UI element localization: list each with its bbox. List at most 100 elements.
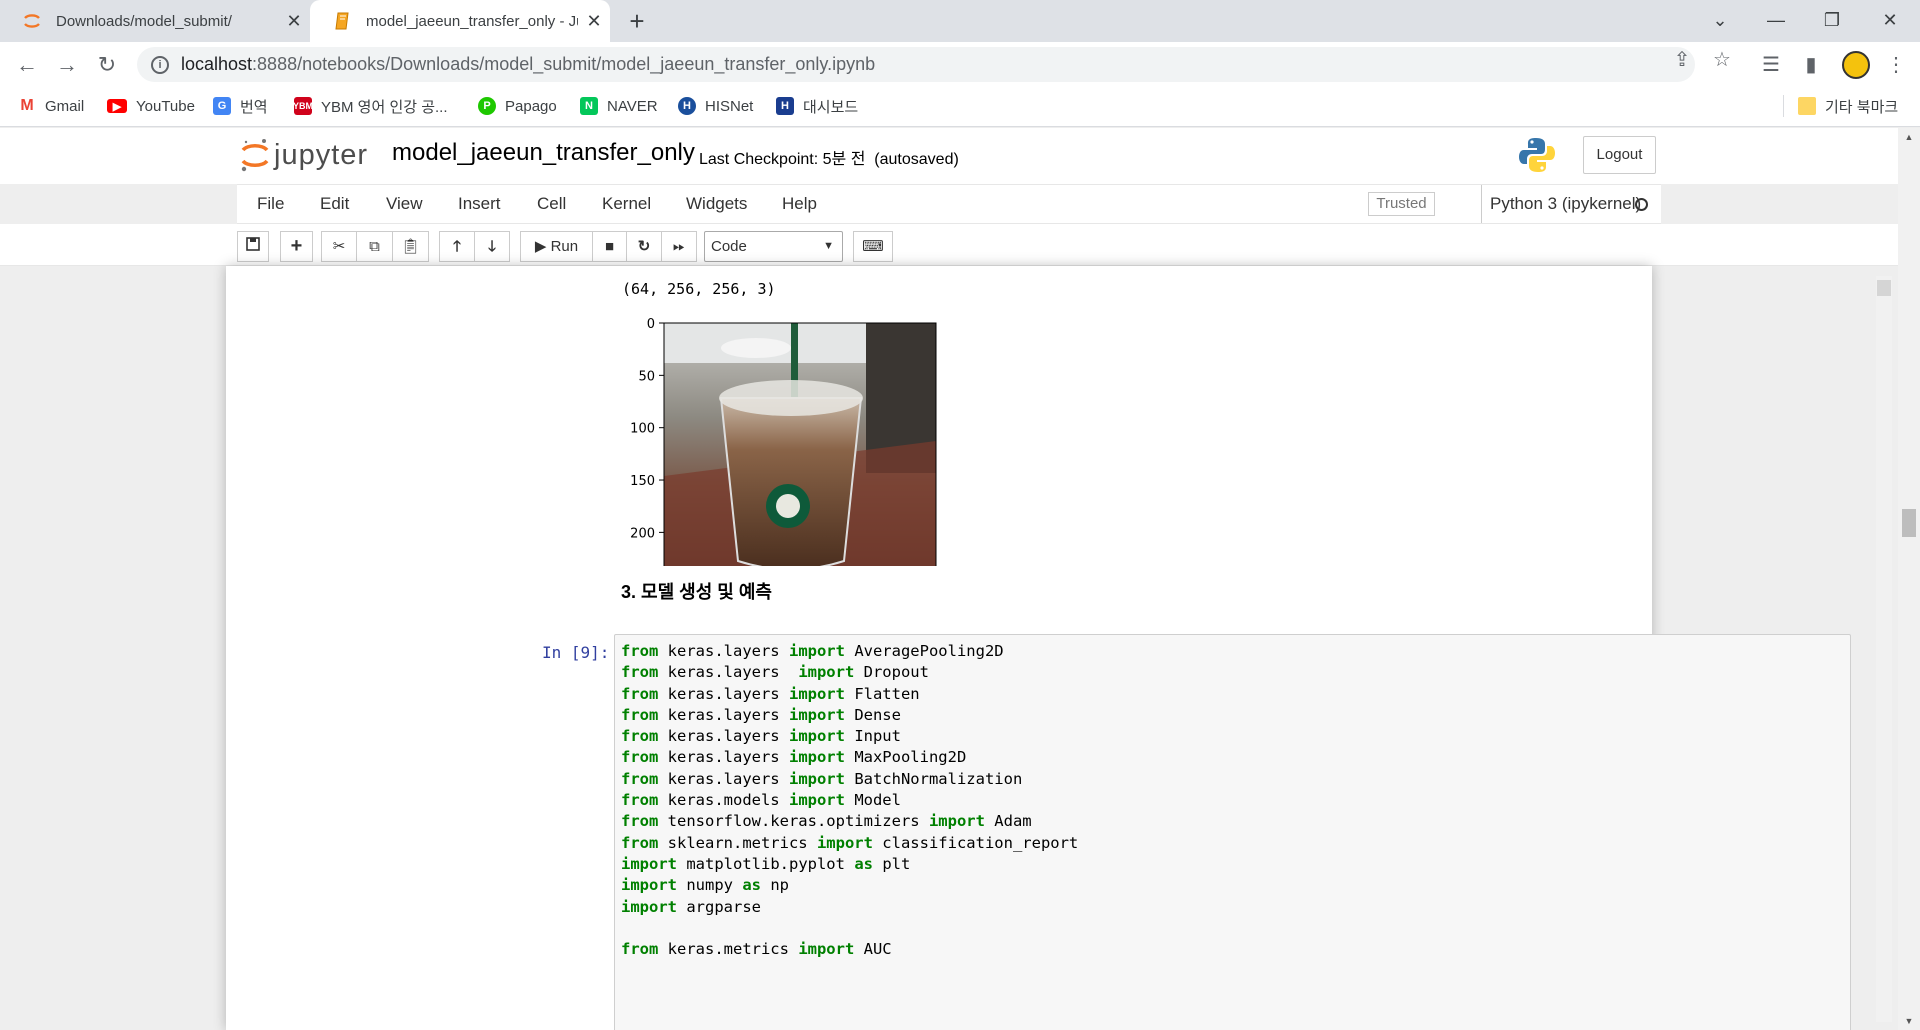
y-tick-label: 100 — [630, 422, 655, 437]
restart-run-all-button[interactable]: ⏩︎ — [661, 231, 697, 262]
menu-help[interactable]: Help — [782, 185, 817, 223]
bookmark-translate[interactable]: G 번역 — [213, 87, 268, 125]
code-line: import argparse — [621, 897, 1844, 918]
bookmark-label: HISNet — [705, 97, 754, 115]
url-text[interactable]: localhost:8888/notebooks/Downloads/model… — [181, 54, 875, 75]
command-palette-button[interactable]: ⌨ — [853, 231, 893, 262]
tab-downloads[interactable]: Downloads/model_submit/ ✕ — [0, 0, 310, 42]
back-icon[interactable]: ← — [12, 50, 42, 80]
reload-icon[interactable]: ↻ — [92, 50, 122, 80]
more-menu-icon[interactable]: ⋮ — [1882, 51, 1910, 79]
code-keyword: import — [788, 748, 845, 767]
paste-button[interactable]: 📋︎ — [392, 231, 429, 262]
menu-view[interactable]: View — [386, 185, 423, 223]
forward-icon[interactable]: → — [52, 50, 82, 80]
bookmark-hisnet[interactable]: H HISNet — [678, 87, 753, 125]
star-icon[interactable]: ☆ — [1708, 46, 1736, 74]
move-up-button[interactable]: 🡑 — [439, 231, 475, 262]
scroll-up-icon[interactable]: ▲ — [1898, 128, 1920, 146]
code-keyword: import — [621, 876, 677, 895]
save-icon — [246, 237, 260, 251]
close-window-icon[interactable]: ✕ — [1862, 0, 1918, 42]
markdown-heading: 3. 모델 생성 및 예측 — [621, 582, 772, 602]
tab-close-icon[interactable]: ✕ — [278, 11, 310, 32]
menu-file[interactable]: File — [257, 185, 284, 223]
code-line: import matplotlib.pyplot as plt — [621, 854, 1844, 875]
run-button[interactable]: ▶ Run — [520, 231, 593, 262]
menu-edit[interactable]: Edit — [320, 185, 349, 223]
save-button[interactable] — [237, 231, 269, 262]
notebook-scrollbar-thumb[interactable] — [1877, 280, 1891, 296]
page-scrollbar-thumb[interactable] — [1902, 509, 1916, 537]
code-keyword: import — [798, 663, 855, 682]
tab-close-icon[interactable]: ✕ — [578, 11, 610, 32]
menu-kernel[interactable]: Kernel — [602, 185, 651, 223]
code-keyword: from — [621, 791, 659, 810]
minimize-icon[interactable]: — — [1748, 0, 1804, 42]
restore-icon[interactable]: ❐ — [1804, 0, 1860, 42]
interrupt-button[interactable]: ■ — [592, 231, 627, 262]
bookmark-gmail[interactable]: M Gmail — [18, 87, 84, 125]
trusted-indicator[interactable]: Trusted — [1368, 192, 1435, 216]
tab-notebook[interactable]: model_jaeeun_transfer_only - Ju ✕ — [310, 0, 610, 42]
bookmark-youtube[interactable]: ▶ YouTube — [107, 87, 195, 125]
restart-button[interactable]: ↻ — [626, 231, 662, 262]
code-text: keras.layers — [658, 705, 789, 724]
hisnet-icon: H — [678, 97, 696, 115]
code-keyword: import — [816, 833, 873, 852]
bookmark-label: YBM 영어 인강 공... — [321, 98, 448, 116]
share-icon[interactable]: ⇪ — [1668, 46, 1696, 74]
bookmark-papago[interactable]: P Papago — [478, 87, 557, 125]
bookmark-other[interactable]: 기타 북마크 — [1798, 87, 1898, 125]
menu-widgets[interactable]: Widgets — [686, 185, 747, 223]
folder-icon — [1798, 97, 1816, 115]
menu-insert[interactable]: Insert — [458, 185, 501, 223]
code-keyword: import — [788, 769, 845, 788]
new-tab-button[interactable]: + — [622, 6, 652, 36]
code-keyword: import — [928, 812, 985, 831]
tab-search-icon[interactable]: ⌄ — [1692, 0, 1748, 42]
profile-avatar[interactable] — [1842, 51, 1870, 79]
plot-image — [664, 323, 936, 566]
checkpoint-status: Last Checkpoint: 5분 전 (autosaved) — [699, 151, 959, 168]
insert-cell-button[interactable]: + — [280, 231, 313, 262]
bookmark-ybm[interactable]: YBM YBM 영어 인강 공... — [293, 87, 448, 125]
menu-cell[interactable]: Cell — [537, 185, 566, 223]
logout-button[interactable]: Logout — [1583, 136, 1656, 174]
y-tick-label: 0 — [647, 317, 655, 332]
code-cell-input[interactable]: from keras.layers import AveragePooling2… — [614, 634, 1851, 1030]
code-text: MaxPooling2D — [844, 748, 967, 767]
cell-type-value: Code — [711, 238, 747, 255]
kernel-status-icon — [1635, 198, 1648, 211]
cut-button[interactable]: ✂ — [321, 231, 357, 262]
move-down-button[interactable]: 🡓 — [474, 231, 510, 262]
code-keyword: from — [621, 833, 659, 852]
side-panel-icon[interactable]: ▮ — [1797, 51, 1825, 79]
site-info-icon[interactable]: i — [151, 55, 169, 74]
reading-list-icon[interactable]: ☰ — [1757, 51, 1785, 79]
notebook-scrollbar[interactable] — [1876, 276, 1892, 1022]
bookmarks-bar: M Gmail ▶ YouTube G 번역 YBM YBM 영어 인강 공... PP… — [0, 87, 1920, 127]
code-line: from keras.layers import Dropout — [621, 662, 1844, 683]
notebook-name[interactable]: model_jaeeun_transfer_only — [392, 139, 695, 167]
code-keyword: import — [798, 940, 855, 959]
copy-icon: ⧉ — [369, 238, 380, 255]
page-scrollbar[interactable]: ▲ ▼ — [1898, 128, 1920, 1030]
tab-title: model_jaeeun_transfer_only - Ju — [366, 12, 578, 30]
jupyter-logo[interactable]: jupyter — [240, 136, 368, 174]
code-line: from keras.models import Model — [621, 790, 1844, 811]
scroll-down-icon[interactable]: ▼ — [1898, 1012, 1920, 1030]
kernel-name[interactable]: Python 3 (ipykernel) — [1481, 185, 1641, 223]
cell-type-select[interactable]: Code ▼ — [704, 231, 843, 262]
address-bar[interactable]: i localhost:8888/notebooks/Downloads/mod… — [137, 47, 1695, 82]
bookmark-naver[interactable]: N NAVER — [580, 87, 658, 125]
code-keyword: import — [788, 705, 845, 724]
copy-button[interactable]: ⧉ — [356, 231, 393, 262]
jupyter-icon — [22, 11, 42, 31]
bookmark-dashboard[interactable]: H 대시보드 — [776, 87, 858, 125]
papago-icon: P — [478, 97, 496, 115]
code-keyword: import — [788, 727, 845, 746]
bookmark-label: 기타 북마크 — [1825, 98, 1899, 116]
url-host: localhost — [181, 54, 253, 74]
